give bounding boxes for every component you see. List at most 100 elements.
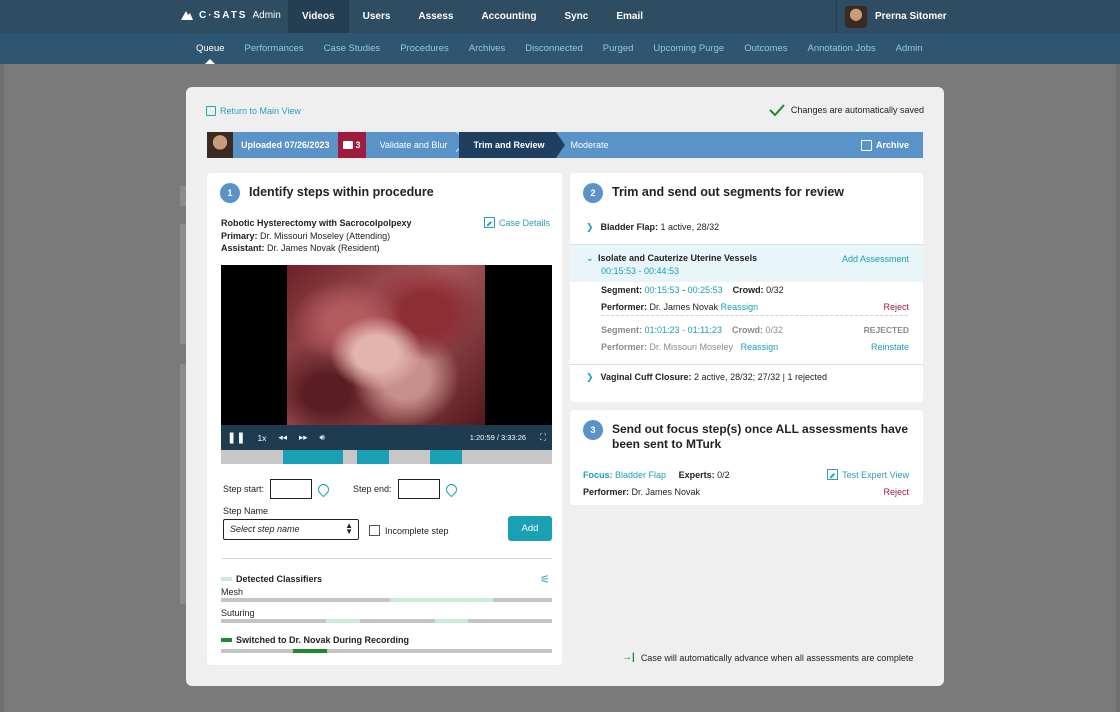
subnav-performances[interactable]: Performances (235, 33, 314, 64)
step-end-label: Step end: (353, 484, 392, 494)
bladder-label: Bladder Flap: (600, 222, 659, 232)
nav-users[interactable]: Users (349, 0, 405, 33)
chevron-right-icon: ❯ (586, 372, 594, 382)
subnav-case-studies[interactable]: Case Studies (314, 33, 391, 64)
focus-steps-panel: 3 Send out focus step(s) once ALL assess… (570, 410, 923, 505)
fast-forward-icon[interactable]: ▸▸ (293, 432, 314, 443)
switched-bar (221, 649, 552, 653)
return-to-main-link[interactable]: Return to Main View (206, 106, 301, 116)
filter-icon[interactable]: ⚟ (540, 573, 550, 586)
pause-icon[interactable]: ❚❚ (221, 431, 251, 444)
incomplete-label: Incomplete step (385, 525, 449, 536)
segment-start[interactable]: 00:15:53 (645, 285, 680, 295)
panel-title: 2 Trim and send out segments for review (583, 183, 844, 203)
step-name-select[interactable]: Select step name ▲ ▼ (223, 519, 359, 540)
nav-assess[interactable]: Assess (404, 0, 467, 33)
saved-label: Changes are automatically saved (790, 105, 924, 115)
location-pin-icon[interactable] (443, 481, 459, 497)
stage-moderate[interactable]: Moderate (556, 132, 620, 158)
reassign-link[interactable]: Reassign (721, 302, 759, 312)
segment-end[interactable]: 01:11:23 (688, 325, 722, 335)
reassign-link[interactable]: Reassign (741, 342, 779, 352)
panel-title-line-2: been sent to MTurk (612, 437, 722, 451)
reject-link[interactable]: Reject (883, 487, 909, 497)
rewind-icon[interactable]: ◂◂ (272, 432, 293, 443)
timeline-segment[interactable] (357, 450, 389, 464)
checkmark-icon (769, 104, 785, 116)
video-player[interactable] (221, 265, 552, 425)
timeline-segment[interactable] (283, 450, 343, 464)
classifier-suturing-label: Suturing (221, 608, 255, 618)
playback-speed[interactable]: 1x (251, 433, 272, 443)
focus-value[interactable]: Bladder Flap (615, 470, 666, 480)
add-step-button[interactable]: Add (508, 516, 552, 541)
subnav-procedures[interactable]: Procedures (390, 33, 459, 64)
return-icon (206, 106, 216, 116)
legend-swatch (221, 577, 232, 581)
procedure-info: Robotic Hysterectomy with Sacrocolpolpex… (221, 217, 412, 255)
stage-validate-and-blur[interactable]: Validate and Blur (366, 132, 460, 158)
nav-videos[interactable]: Videos (288, 0, 349, 33)
brand[interactable]: C·SATS Admin (180, 9, 281, 21)
segment-label: Segment: (601, 325, 643, 335)
nav-accounting[interactable]: Accounting (467, 0, 550, 33)
primary-surgeon: Dr. Missouri Moseley (Attending) (260, 230, 391, 241)
subnav-admin[interactable]: Admin (886, 33, 933, 64)
comments-button[interactable]: 3 (337, 132, 366, 158)
external-link-icon (827, 469, 839, 480)
assistant-label: Assistant: (221, 243, 265, 253)
step-start-input[interactable] (270, 479, 313, 499)
dashed-divider (601, 315, 908, 316)
case-details-link[interactable]: Case Details (483, 217, 550, 228)
subnav-outcomes[interactable]: Outcomes (734, 33, 797, 64)
case-details-label: Case Details (498, 217, 550, 228)
subnav-queue[interactable]: Queue (186, 33, 235, 64)
vaginal-value: 2 active, 28/32; 27/32 | 1 rejected (694, 372, 827, 382)
incomplete-step-checkbox[interactable]: Incomplete step (369, 525, 449, 536)
performer-label: Performer: (583, 487, 630, 497)
c-sats-logo-icon (181, 11, 193, 20)
divider (570, 364, 923, 365)
top-navigation-bar: C·SATS Admin Videos Users Assess Account… (0, 0, 1120, 33)
subnav-purged[interactable]: Purged (593, 33, 644, 64)
user-menu[interactable]: Prerna Sitomer (836, 0, 1120, 33)
panel-title: 1 Identify steps within procedure (220, 183, 434, 203)
brand-suffix: Admin (252, 9, 281, 21)
segment-crowd: 0/32 (766, 285, 784, 295)
classifier-suturing-bar (221, 619, 552, 623)
reject-link[interactable]: Reject (883, 302, 909, 312)
segment-start[interactable]: 01:01:23 (645, 325, 680, 335)
volume-icon[interactable]: 🔊︎ (314, 432, 331, 443)
video-thumbnail (207, 132, 233, 158)
step-timeline[interactable] (221, 450, 552, 464)
add-assessment-link[interactable]: Add Assessment (842, 254, 909, 264)
fullscreen-icon[interactable]: ⛶ (534, 432, 552, 443)
subnav-disconnected[interactable]: Disconnected (515, 33, 593, 64)
surgical-video-frame (287, 265, 485, 425)
subnav-upcoming-purge[interactable]: Upcoming Purge (643, 33, 734, 64)
autosave-status: Changes are automatically saved (769, 104, 924, 116)
test-expert-view-link[interactable]: Test Expert View (827, 469, 909, 480)
segment-end[interactable]: 00:25:53 (688, 285, 723, 295)
timeline-segment[interactable] (430, 450, 462, 464)
trim-segments-panel: 2 Trim and send out segments for review … (570, 173, 923, 402)
step-row-vaginal-cuff[interactable]: ❯ Vaginal Cuff Closure: 2 active, 28/32;… (586, 372, 939, 383)
stage-trim-and-review[interactable]: Trim and Review (459, 132, 566, 158)
step-end-input[interactable] (397, 479, 440, 499)
subnav-archives[interactable]: Archives (459, 33, 515, 64)
reinstate-link[interactable]: Reinstate (871, 342, 909, 352)
step-row-isolate-expanded[interactable]: ⌄ Isolate and Cauterize Uterine Vessels 0… (570, 244, 923, 282)
performer-value: Dr. James Novak (631, 487, 701, 497)
nav-email[interactable]: Email (602, 0, 657, 33)
location-pin-icon[interactable] (315, 481, 332, 497)
case-modal: Return to Main View Changes are automati… (186, 87, 944, 686)
isolate-time[interactable]: 00:15:53 - 00:44:53 (601, 266, 679, 276)
test-expert-label: Test Expert View (842, 469, 909, 480)
auto-advance-text: Case will automatically advance when all… (640, 652, 914, 663)
nav-sync[interactable]: Sync (550, 0, 602, 33)
step-number: 2 (583, 183, 603, 203)
step-row-bladder-flap[interactable]: ❯ Bladder Flap: 1 active, 28/32 (586, 222, 939, 233)
subnav-annotation-jobs[interactable]: Annotation Jobs (797, 33, 885, 64)
return-label: Return to Main View (220, 106, 301, 116)
archive-checkbox[interactable]: Archive (860, 139, 909, 151)
